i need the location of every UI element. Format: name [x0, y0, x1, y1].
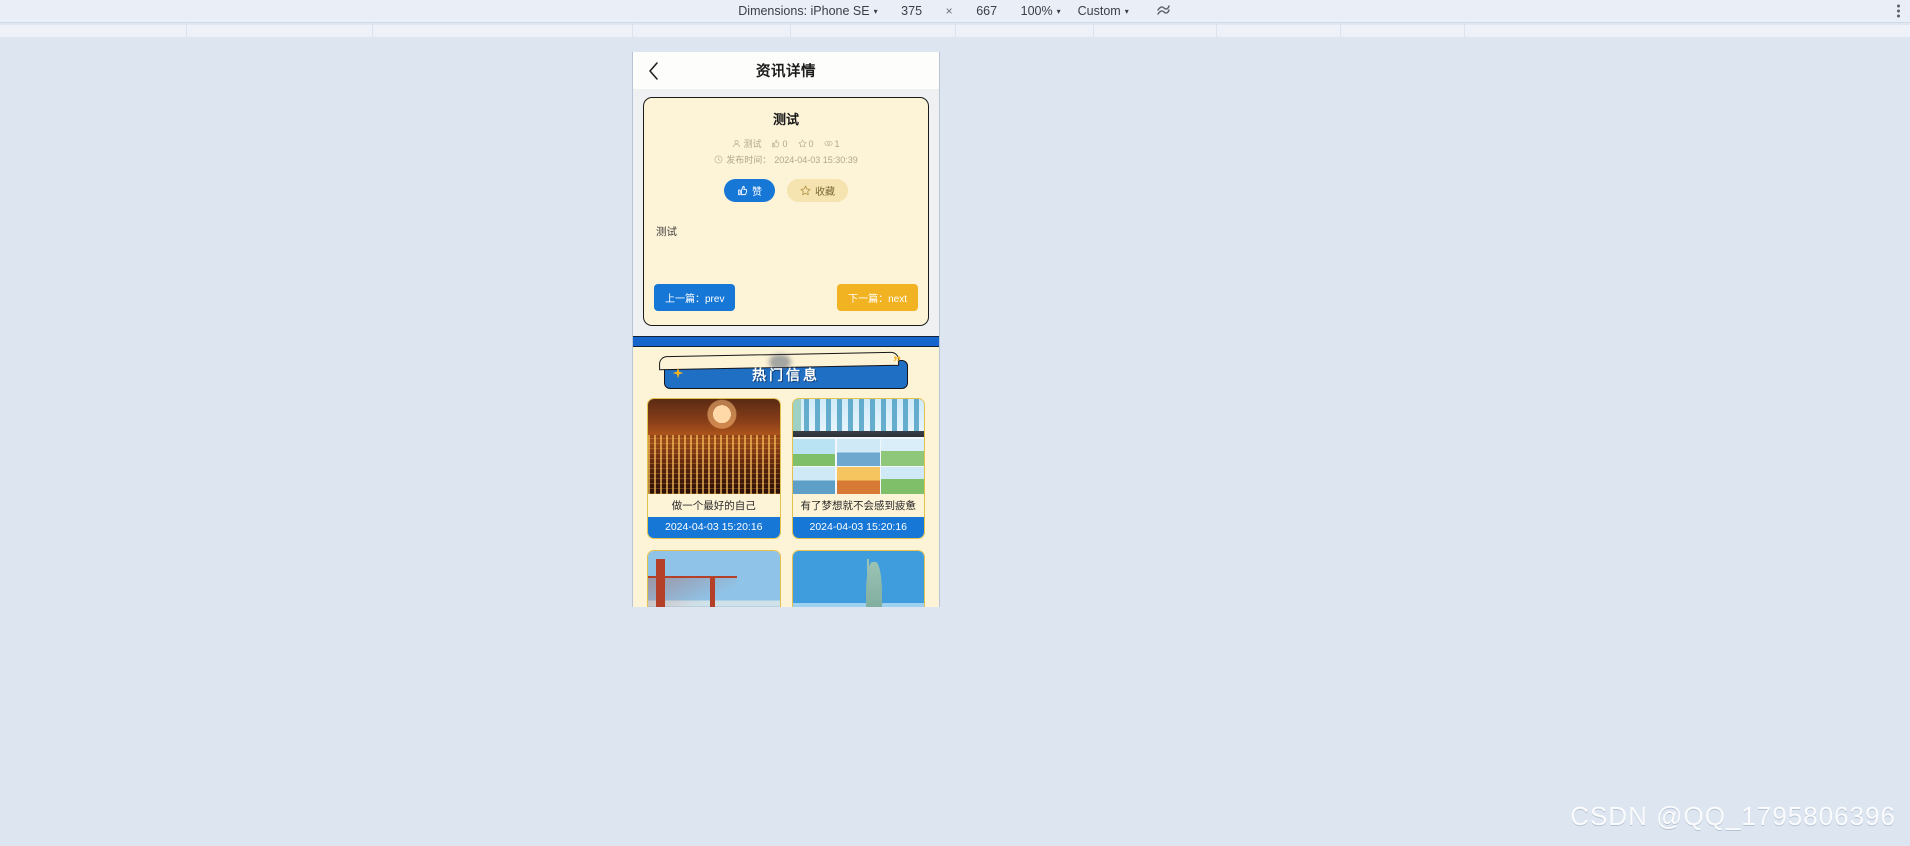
news-card-title: 有了梦想就不会感到疲惫: [800, 500, 917, 512]
chevron-down-icon: ▾: [1124, 7, 1129, 16]
like-count-meta: 0: [771, 138, 788, 149]
hot-info-divider-bar: [633, 336, 939, 347]
clock-icon: [714, 155, 723, 164]
thumb-up-icon: [738, 185, 748, 196]
app-nav-bar: 资讯详情: [633, 52, 939, 90]
like-button-label: 赞: [752, 187, 762, 198]
viewport-ruler: [0, 23, 1910, 37]
watermark: CSDN @QQ_1795806396: [1570, 801, 1896, 831]
quote-mark-icon: ”: [893, 354, 901, 371]
viewport-width-input[interactable]: 375: [895, 4, 929, 18]
news-card-title: 做一个最好的自己: [671, 500, 756, 512]
eye-icon: [823, 140, 833, 147]
publish-time: 2024-04-03 15:30:39: [774, 154, 858, 165]
view-count: 1: [834, 138, 840, 149]
star-outline-icon: [800, 185, 811, 196]
zoom-label: 100%: [1020, 4, 1053, 18]
dimension-separator: ×: [945, 4, 953, 18]
chevron-left-icon[interactable]: [643, 60, 663, 82]
next-article-button[interactable]: 下一篇：next: [837, 284, 918, 311]
network-throttle-icon[interactable]: [1154, 2, 1172, 20]
news-card-date: 2024-04-03 15:20:16: [648, 517, 780, 538]
devtools-toolbar: Dimensions: iPhone SE ▾ 375 × 667 100% ▾…: [0, 0, 1910, 23]
article-title: 测试: [772, 112, 799, 127]
device-viewport: 资讯详情 测试 测试 0 0 1 发布时间： 2024-04-03 15:30:…: [632, 52, 940, 607]
hot-info-section: 热门信息 ” 做一个最好的自己 2024-04-03 15:20:16 有了梦想…: [633, 336, 939, 607]
view-count-meta: 1: [823, 138, 840, 149]
favorite-button[interactable]: 收藏: [787, 179, 848, 202]
statue-of-liberty-photo: [792, 551, 924, 607]
chevron-down-icon: ▾: [1056, 7, 1061, 16]
news-card[interactable]: 有了梦想就不会感到疲惫 2024-04-03 15:20:16: [791, 398, 925, 539]
author-name: 测试: [743, 139, 762, 149]
hot-info-card-grid: 做一个最好的自己 2024-04-03 15:20:16 有了梦想就不会感到疲惫…: [633, 398, 939, 607]
zoom-dropdown[interactable]: 100% ▾: [1021, 4, 1061, 18]
like-count: 0: [782, 138, 788, 149]
star-outline-icon: [797, 139, 807, 148]
publish-time-row: 发布时间： 2024-04-03 15:30:39: [654, 153, 918, 166]
article-body-text: 测试: [656, 226, 677, 238]
news-card-date: 2024-04-03 15:20:16: [792, 517, 924, 538]
throttling-label: Custom: [1077, 4, 1121, 18]
hot-info-banner-area: 热门信息 ”: [633, 347, 939, 398]
news-card[interactable]: 做一个最好的自己 2024-04-03 15:20:16: [647, 398, 781, 539]
kebab-menu-icon[interactable]: [1897, 4, 1900, 18]
chevron-down-icon: ▾: [873, 7, 878, 16]
favorite-count-meta: 0: [797, 138, 814, 149]
article-meta-row: 测试 0 0 1: [654, 137, 918, 150]
publish-label: 发布时间：: [726, 155, 772, 165]
device-scroll-area[interactable]: 资讯详情 测试 测试 0 0 1 发布时间： 2024-04-03 15:30:…: [633, 52, 939, 607]
news-card[interactable]: [791, 550, 925, 607]
prev-article-button[interactable]: 上一篇：prev: [654, 284, 736, 311]
article-card: 测试 测试 0 0 1 发布时间： 2024-04-03 15:30:39 赞 …: [643, 97, 929, 326]
viewport-height-input[interactable]: 667: [970, 4, 1004, 18]
city-illustration-collage: [792, 399, 924, 494]
favorite-count: 0: [808, 138, 814, 149]
news-card[interactable]: [647, 550, 781, 607]
author-meta: 测试: [732, 137, 761, 150]
like-button[interactable]: 赞: [724, 179, 775, 202]
sparkle-icon: [672, 366, 684, 384]
city-night-skyline-photo: [648, 399, 780, 494]
favorite-button-label: 收藏: [815, 187, 835, 198]
thumb-up-icon: [772, 139, 780, 148]
user-icon: [733, 139, 741, 148]
article-actions: 赞 收藏: [654, 179, 918, 202]
dimensions-label: Dimensions: iPhone SE: [738, 4, 870, 18]
page-title: 资讯详情: [756, 64, 816, 80]
hot-info-banner-title: 热门信息: [752, 366, 820, 383]
devtools-toolbar-controls: Dimensions: iPhone SE ▾ 375 × 667 100% ▾…: [0, 2, 1910, 20]
hot-info-banner: 热门信息 ”: [664, 354, 908, 389]
dimensions-dropdown[interactable]: Dimensions: iPhone SE ▾: [738, 4, 877, 18]
throttling-dropdown[interactable]: Custom ▾: [1078, 4, 1129, 18]
article-pager: 上一篇：prev 下一篇：next: [654, 284, 918, 311]
article-section: 测试 测试 0 0 1 发布时间： 2024-04-03 15:30:39 赞 …: [633, 90, 939, 336]
golden-gate-bridge-photo: [648, 551, 780, 607]
